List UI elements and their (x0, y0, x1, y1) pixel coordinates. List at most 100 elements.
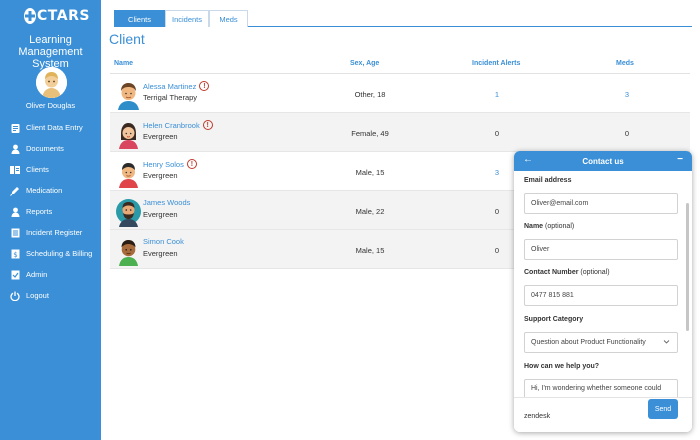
client-name-link[interactable]: Helen Cranbrook! (143, 120, 213, 130)
contact-footer: zendesk Send (514, 397, 692, 432)
email-field[interactable]: Oliver@email.com (524, 193, 678, 214)
tab-incidents[interactable]: Incidents (165, 10, 209, 27)
client-avatar-icon (116, 79, 141, 110)
minimize-icon[interactable]: − (677, 154, 683, 165)
sidebar-item-documents[interactable]: Documents (0, 138, 101, 159)
zendesk-brand[interactable]: zendesk (524, 413, 550, 420)
register-icon (10, 227, 20, 238)
client-avatar-icon (116, 157, 141, 188)
tab-clients[interactable]: Clients (114, 10, 165, 27)
sidebar-item-clients[interactable]: Clients (0, 159, 101, 180)
billing-icon: $ (10, 248, 20, 259)
phone-field[interactable]: 0477 815 881 (524, 285, 678, 306)
client-name-link[interactable]: James Woods (143, 198, 190, 207)
client-group: Evergreen (143, 249, 178, 258)
incident-alerts-count[interactable]: 1 (472, 90, 522, 99)
column-header-name[interactable]: Name (114, 60, 133, 67)
sidebar-item-label: Documents (26, 144, 64, 153)
alert-icon[interactable]: ! (202, 120, 213, 130)
sidebar-item-label: Clients (26, 165, 49, 174)
client-name[interactable]: Simon Cook (143, 237, 184, 246)
clipboard-icon (10, 122, 20, 133)
sidebar-nav: Client Data Entry Documents Clients Medi… (0, 117, 101, 306)
tab-meds[interactable]: Meds (209, 10, 248, 27)
sidebar-item-incident-register[interactable]: Incident Register (0, 222, 101, 243)
syringe-icon (10, 185, 20, 196)
clients-book-icon (10, 164, 20, 175)
svg-text:$: $ (13, 251, 17, 259)
alert-icon[interactable]: ! (186, 159, 197, 169)
table-row[interactable]: Helen Cranbrook! Evergreen Female, 49 0 … (110, 113, 690, 152)
user-icon (10, 206, 20, 217)
email-label: Email address (524, 177, 571, 184)
meds-count: 0 (624, 129, 630, 138)
table-row[interactable]: Alessa Martinez! Terrigal Therapy Other,… (110, 74, 690, 113)
incident-alerts-count: 0 (494, 129, 500, 138)
sidebar: CTARS Learning Management System Oliver … (0, 0, 101, 440)
app-title: Learning Management System (18, 34, 83, 70)
help-label: How can we help you? (524, 363, 599, 370)
help-message-textarea[interactable]: Hi, I'm wondering whether someone could (524, 379, 678, 397)
sidebar-item-label: Scheduling & Billing (26, 249, 93, 258)
optional-text: (optional) (545, 223, 575, 230)
phone-label-text: Contact Number (524, 269, 579, 276)
send-button[interactable]: Send (648, 399, 678, 419)
ctars-logo[interactable]: CTARS (24, 6, 89, 26)
client-sex-age: Other, 18 (354, 90, 386, 99)
client-avatar-icon (116, 235, 141, 266)
sidebar-item-client-data-entry[interactable]: Client Data Entry (0, 117, 101, 138)
user-avatar[interactable] (36, 67, 67, 98)
back-arrow-icon[interactable]: ← (523, 154, 533, 165)
category-label-text: Support Category (524, 316, 584, 323)
user-name: Oliver Douglas (25, 101, 76, 110)
logo-text: CTARS (37, 8, 90, 24)
sidebar-item-label: Admin (26, 270, 48, 279)
sidebar-item-medication[interactable]: Medication (0, 180, 101, 201)
name-field[interactable]: Oliver (524, 239, 678, 260)
name-label-text: Name (524, 223, 544, 230)
sidebar-item-logout[interactable]: Logout (0, 285, 101, 306)
contact-header: ← Contact us − (514, 151, 692, 171)
sidebar-item-label: Reports (26, 207, 53, 216)
client-name-link[interactable]: Alessa Martinez! (143, 81, 210, 91)
client-sex-age: Female, 49 (351, 129, 389, 138)
sidebar-item-label: Medication (26, 186, 63, 195)
checklist-icon (10, 269, 20, 280)
alert-icon[interactable]: ! (199, 81, 210, 91)
meds-count[interactable]: 3 (602, 90, 652, 99)
sidebar-item-scheduling-billing[interactable]: $ Scheduling & Billing (0, 243, 101, 264)
client-name[interactable]: Alessa Martinez (143, 82, 196, 91)
email-label-text: Email address (524, 177, 572, 184)
contact-form: Email address Oliver@email.com Name (opt… (514, 171, 692, 397)
client-name[interactable]: Henry Solos (143, 160, 184, 169)
page-title: Client (109, 31, 145, 47)
column-header-sex-age[interactable]: Sex, Age (350, 60, 379, 67)
client-name[interactable]: Helen Cranbrook (143, 121, 200, 130)
contact-title: Contact us (582, 156, 624, 166)
selected-category: Question about Product Functionality (531, 339, 646, 346)
sidebar-item-admin[interactable]: Admin (0, 264, 101, 285)
client-avatar-icon (116, 118, 141, 149)
help-label-text: How can we help you? (524, 363, 600, 370)
logo-mark-icon (24, 8, 36, 24)
sidebar-item-reports[interactable]: Reports (0, 201, 101, 222)
sidebar-item-label: Client Data Entry (26, 123, 83, 132)
column-header-incident-alerts[interactable]: Incident Alerts (472, 60, 520, 67)
contact-us-widget: ← Contact us − Email address Oliver@emai… (514, 151, 692, 432)
client-name-link[interactable]: Henry Solos! (143, 159, 197, 169)
scrollbar-thumb[interactable] (686, 203, 689, 331)
client-name[interactable]: James Woods (143, 198, 190, 207)
optional-text: (optional) (580, 269, 610, 276)
support-category-select[interactable]: Question about Product Functionality (524, 332, 678, 353)
client-sex-age: Male, 15 (355, 246, 385, 255)
power-icon (10, 290, 20, 301)
client-avatar-icon (116, 196, 141, 227)
tab-bar: Clients Incidents Meds (114, 10, 692, 27)
column-header-meds[interactable]: Meds (616, 60, 634, 67)
phone-label: Contact Number (optional) (524, 269, 610, 276)
name-label: Name (optional) (524, 223, 574, 230)
sidebar-item-label: Incident Register (26, 228, 83, 237)
table-header: Name Sex, Age Incident Alerts Meds (110, 54, 690, 74)
client-name-link[interactable]: Simon Cook (143, 237, 184, 246)
client-group: Evergreen (143, 210, 178, 219)
